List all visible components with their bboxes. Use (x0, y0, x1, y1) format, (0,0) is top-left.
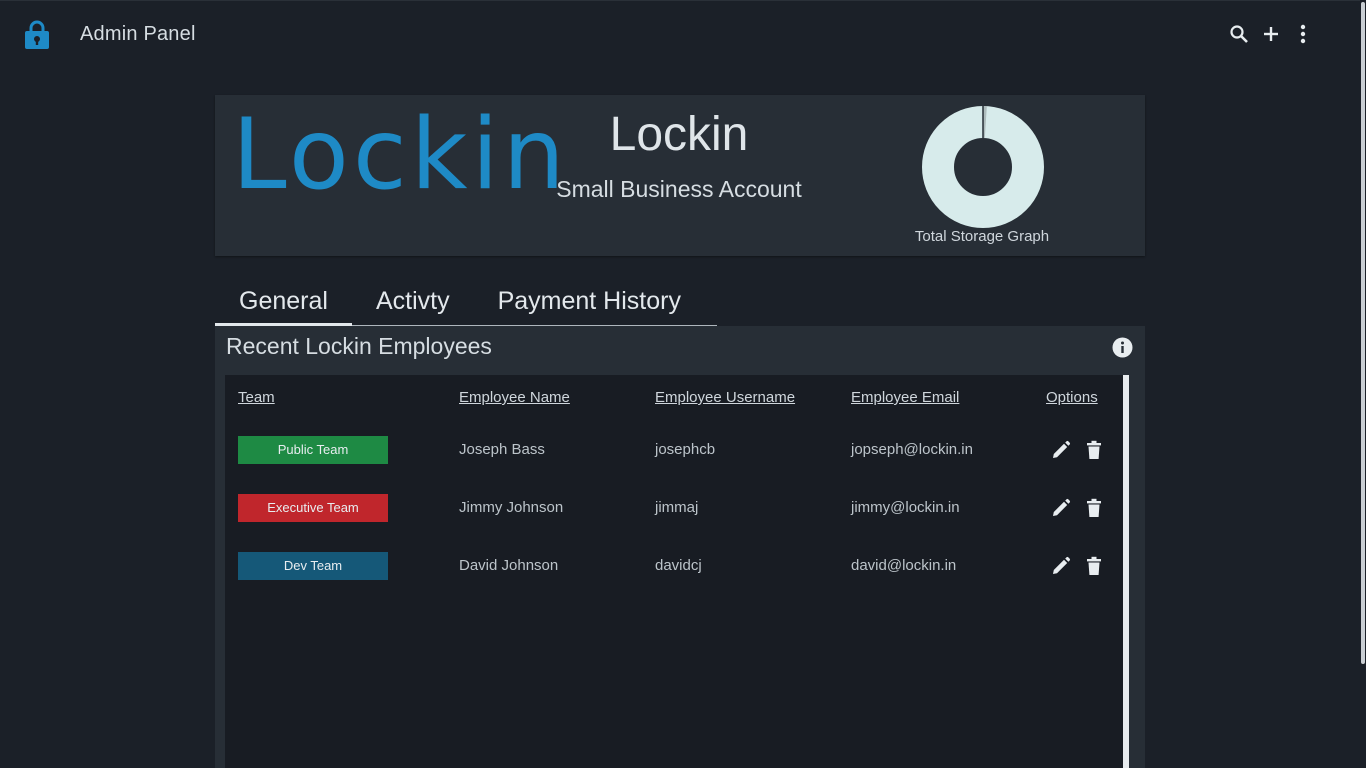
column-header-options[interactable]: Options (1046, 389, 1098, 406)
team-badge[interactable]: Dev Team (238, 552, 388, 580)
account-type: Small Business Account (556, 176, 802, 202)
brand-logo: Lockin (232, 98, 569, 212)
table-row: Executive Team Jimmy Johnson jimmaj jimm… (225, 490, 1123, 526)
employee-username: davidcj (655, 557, 702, 574)
table-scrollbar[interactable] (1123, 375, 1129, 768)
top-app-bar: Admin Panel (0, 0, 1366, 66)
panel-title: Recent Lockin Employees (226, 333, 492, 359)
tab-payment-history[interactable]: Payment History (474, 280, 705, 324)
lock-icon[interactable] (24, 19, 50, 49)
employee-name: Jimmy Johnson (459, 499, 564, 516)
team-badge[interactable]: Executive Team (238, 494, 388, 522)
account-title: Lockin (609, 108, 749, 161)
edit-icon[interactable] (1050, 496, 1072, 520)
search-icon[interactable] (1228, 21, 1250, 47)
employees-panel: Recent Lockin Employees Team Employee Na… (215, 326, 1145, 768)
more-vert-icon[interactable] (1292, 21, 1314, 47)
employees-table: Team Employee Name Employee Username Emp… (225, 375, 1129, 768)
employee-email: jimmy@lockin.in (851, 499, 960, 516)
employee-name: Joseph Bass (459, 441, 545, 458)
team-badge[interactable]: Public Team (238, 436, 388, 464)
employee-email: jopseph@lockin.in (851, 441, 973, 458)
table-row: Dev Team David Johnson davidcj david@loc… (225, 548, 1123, 584)
delete-icon[interactable] (1083, 554, 1105, 578)
delete-icon[interactable] (1083, 438, 1105, 462)
employee-username: jimmaj (655, 499, 699, 516)
edit-icon[interactable] (1050, 438, 1072, 462)
storage-graph-label: Total Storage Graph (914, 228, 1050, 245)
tab-general[interactable]: General (215, 280, 352, 326)
column-header-username[interactable]: Employee Username (655, 389, 795, 406)
table-row: Public Team Joseph Bass josephcb jopseph… (225, 432, 1123, 468)
column-header-email[interactable]: Employee Email (851, 389, 959, 406)
page-scrollbar[interactable] (1360, 0, 1366, 768)
employee-email: david@lockin.in (851, 557, 957, 574)
delete-icon[interactable] (1083, 496, 1105, 520)
storage-donut-chart (922, 106, 1044, 228)
employee-username: josephcb (655, 441, 716, 458)
app-title: Admin Panel (80, 23, 196, 45)
column-header-name[interactable]: Employee Name (459, 389, 570, 406)
tab-activity[interactable]: Activty (352, 280, 474, 324)
top-actions (1228, 21, 1314, 47)
tab-bar: General Activty Payment History (215, 280, 717, 326)
edit-icon[interactable] (1050, 554, 1072, 578)
column-header-team[interactable]: Team (238, 389, 275, 406)
page-scrollbar-thumb[interactable] (1361, 2, 1365, 664)
info-icon[interactable] (1112, 337, 1133, 358)
plus-icon[interactable] (1260, 21, 1282, 47)
employee-name: David Johnson (459, 557, 559, 574)
